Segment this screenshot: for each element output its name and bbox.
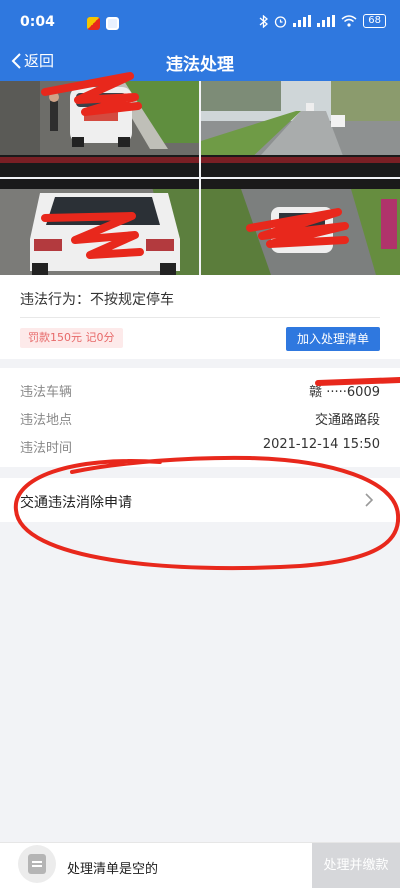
detail-row-location: 违法地点 交通路路段	[20, 409, 380, 429]
status-time: 0:04	[20, 14, 55, 30]
detail-row-time: 违法时间 2021-12-14 15:50	[20, 437, 380, 457]
detail-value: 交通路路段	[314, 413, 380, 428]
bottom-bar: 处理清单是空的 处理并缴款	[0, 842, 400, 888]
violation-card: 违法行为：不按规定停车 罚款150元 记0分 加入处理清单	[0, 275, 400, 359]
signal-icon	[293, 15, 312, 27]
empty-list-text: 处理清单是空的	[67, 862, 159, 877]
status-bar: 0:04 68	[0, 0, 400, 40]
list-icon[interactable]	[18, 845, 56, 883]
chevron-right-icon	[365, 493, 374, 507]
signal-icon	[317, 15, 336, 27]
violation-behavior-label: 违法行为：	[20, 292, 90, 308]
wifi-icon	[341, 15, 357, 27]
evidence-photo[interactable]	[201, 179, 400, 275]
fine-tag: 罚款150元 记0分	[20, 328, 123, 348]
add-to-list-button[interactable]: 加入处理清单	[285, 327, 380, 351]
page-title: 违法处理	[166, 55, 234, 75]
violation-removal-application[interactable]: 交通违法消除申请	[0, 478, 400, 522]
violation-behavior: 违法行为：不按规定停车	[20, 289, 174, 309]
evidence-photo[interactable]	[0, 179, 199, 275]
details-card: 违法车辆 赣 ·····6009 违法地点 交通路路段 违法时间 2021-12…	[0, 368, 400, 467]
alarm-icon	[275, 15, 287, 28]
violation-behavior-value: 不按规定停车	[90, 292, 174, 308]
apply-label: 交通违法消除申请	[20, 495, 132, 511]
evidence-photo[interactable]	[0, 81, 199, 177]
status-icons: 68	[259, 14, 386, 28]
detail-label: 违法地点	[20, 413, 73, 428]
evidence-photo[interactable]	[201, 81, 400, 177]
evidence-photos	[0, 81, 400, 275]
battery-icon: 68	[363, 14, 386, 28]
process-and-pay-button[interactable]: 处理并缴款	[312, 843, 400, 888]
detail-label: 违法车辆	[20, 385, 73, 400]
detail-value: 赣 ·····6009	[309, 385, 380, 400]
bluetooth-icon	[259, 14, 269, 28]
app-notification-icon	[87, 17, 100, 30]
detail-row-vehicle: 违法车辆 赣 ·····6009	[20, 381, 380, 401]
nav-bar: 返回 违法处理	[0, 40, 400, 81]
detail-label: 违法时间	[20, 441, 73, 456]
app-notification-icon	[106, 17, 119, 30]
detail-value: 2021-12-14 15:50	[262, 437, 380, 452]
divider	[20, 317, 380, 318]
